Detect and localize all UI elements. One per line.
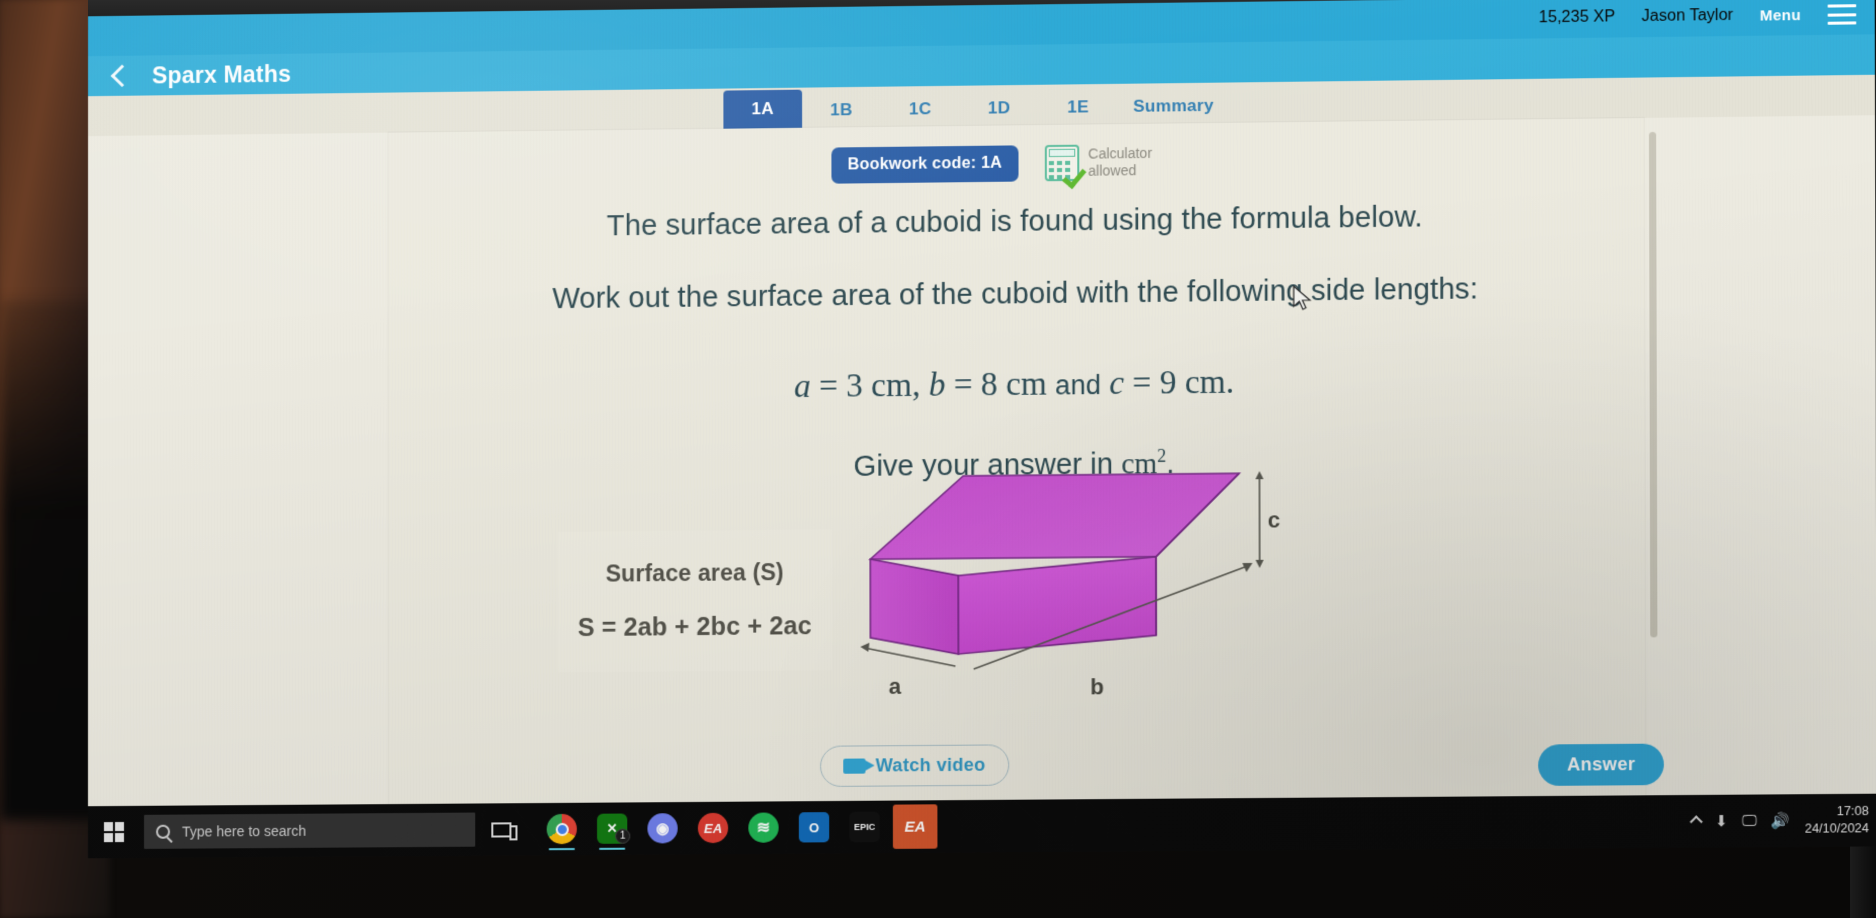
watch-video-button[interactable]: Watch video (819, 744, 1009, 788)
bookwork-code-badge: Bookwork code: 1A (831, 145, 1019, 184)
back-arrow-icon[interactable] (110, 64, 134, 88)
taskbar-app-xbox[interactable]: ✕ 1 (590, 806, 634, 851)
windows-taskbar: Type here to search ✕ 1 ◉ EA ≋ O EPIC EA… (87, 793, 1876, 859)
task-view-icon (491, 821, 512, 838)
taskbar-app-spotify[interactable]: ≋ (741, 805, 785, 850)
answer-units-exponent: 2 (1157, 445, 1167, 467)
xbox-notification-badge: 1 (615, 828, 631, 844)
photo-of-monitor: 15,235 XP Jason Taylor Menu Sparx Maths … (0, 0, 1876, 918)
diagram-label-b: b (1090, 674, 1104, 699)
tab-1d[interactable]: 1D (960, 91, 1039, 126)
answer-button[interactable]: Answer (1538, 743, 1664, 786)
user-name: Jason Taylor (1641, 6, 1734, 26)
cuboid-diagram: c a b (860, 465, 1288, 700)
xp-counter: 15,235 XP (1538, 8, 1616, 27)
badge-row: Bookwork code: 1A Calculator allowed (831, 144, 1153, 190)
clock-time: 17:08 (1836, 804, 1869, 819)
start-button[interactable] (88, 806, 140, 858)
sparx-maths-app: 15,235 XP Jason Taylor Menu Sparx Maths … (87, 0, 1876, 807)
conjunction-and: and (1055, 369, 1101, 401)
tab-1c[interactable]: 1C (881, 92, 960, 127)
eq-b: = (953, 367, 973, 404)
question-line-2: Work out the surface area of the cuboid … (552, 273, 1479, 316)
monitor-screen: 15,235 XP Jason Taylor Menu Sparx Maths … (87, 0, 1876, 859)
formula-panel: Surface area (S) S = 2ab + 2bc + 2ac (557, 529, 833, 673)
question-sheet: Bookwork code: 1A Calculator allowed The… (388, 117, 1664, 805)
tab-1a[interactable]: 1A (723, 89, 803, 129)
cuboid-svg: c a b (860, 465, 1280, 699)
var-a: a (794, 368, 811, 406)
menu-button-label[interactable]: Menu (1760, 6, 1801, 24)
question-side-lengths: a = 3 cm, b = 8 cm and c = 9 cm. (389, 360, 1645, 410)
tab-1b[interactable]: 1B (802, 93, 881, 128)
watch-video-label: Watch video (875, 754, 986, 776)
mouse-cursor (1293, 285, 1313, 312)
taskbar-search-input[interactable]: Type here to search (144, 812, 476, 849)
formula-title: Surface area (S) (605, 558, 784, 587)
calculator-label-line2: allowed (1088, 162, 1137, 179)
unit-c: cm. (1184, 364, 1235, 402)
taskbar-app-epic-games[interactable]: EPIC (842, 805, 887, 850)
outlook-icon: O (798, 812, 830, 843)
monitor: 15,235 XP Jason Taylor Menu Sparx Maths … (87, 0, 1876, 918)
taskbar-app-ea-desktop[interactable]: EA (892, 804, 938, 849)
val-c: 9 (1159, 365, 1177, 402)
video-camera-icon (843, 758, 866, 774)
diagram-label-a: a (889, 674, 902, 699)
taskbar-app-list: ✕ 1 ◉ EA ≋ O EPIC EA (540, 804, 938, 851)
ea-icon: EA (697, 812, 729, 844)
network-icon[interactable]: 🖵 (1742, 812, 1757, 829)
vertical-scrollbar[interactable] (1648, 131, 1658, 638)
onedrive-icon[interactable]: ⬇ (1715, 812, 1728, 829)
windows-logo-icon (103, 821, 125, 843)
unit-a: cm, (871, 367, 921, 405)
volume-icon[interactable]: 🔊 (1771, 812, 1790, 829)
taskbar-app-chrome[interactable] (540, 807, 584, 852)
taskbar-app-ea[interactable]: EA (691, 806, 735, 851)
discord-icon: ◉ (647, 813, 678, 844)
val-b: 8 (980, 366, 998, 404)
eq-c: = (1132, 365, 1152, 402)
clock-date: 24/10/2024 (1804, 821, 1869, 836)
spotify-icon: ≋ (748, 812, 779, 843)
unit-b: cm (1005, 366, 1047, 404)
var-c: c (1109, 365, 1125, 403)
task-view-button[interactable] (475, 803, 527, 856)
tab-summary[interactable]: Summary (1118, 89, 1230, 125)
formula-equation: S = 2ab + 2bc + 2ac (577, 612, 812, 643)
question-line-1: The surface area of a cuboid is found us… (606, 201, 1423, 243)
diagram-label-c: c (1268, 507, 1280, 532)
chrome-icon (546, 813, 577, 845)
calculator-label-line1: Calculator (1088, 144, 1153, 162)
taskbar-app-discord[interactable]: ◉ (640, 806, 684, 851)
eq-a: = (819, 368, 838, 405)
epic-games-icon: EPIC (849, 811, 880, 843)
system-tray: ⬇ 🖵 🔊 17:08 24/10/2024 (1689, 803, 1869, 838)
var-b: b (928, 367, 946, 404)
taskbar-app-outlook[interactable]: O (792, 805, 837, 850)
taskbar-search-placeholder: Type here to search (182, 822, 307, 840)
clock[interactable]: 17:08 24/10/2024 (1805, 803, 1869, 838)
tab-1e[interactable]: 1E (1039, 90, 1118, 125)
ea-desktop-icon: EA (904, 817, 926, 836)
val-a: 3 (846, 368, 863, 405)
calculator-icon (1044, 144, 1087, 190)
tray-expand-icon[interactable] (1689, 814, 1703, 828)
search-icon (156, 824, 171, 839)
brand-title: Sparx Maths (152, 60, 292, 88)
hamburger-menu-icon[interactable] (1827, 4, 1857, 25)
calculator-allowed-indicator: Calculator allowed (1044, 144, 1153, 190)
